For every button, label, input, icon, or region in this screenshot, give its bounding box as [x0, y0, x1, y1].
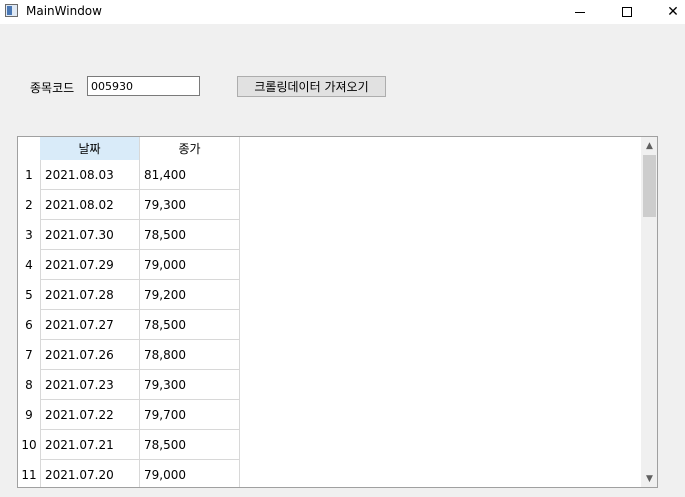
row-header[interactable]: 9 [18, 400, 40, 430]
row-header[interactable]: 5 [18, 280, 40, 310]
table-cell-close[interactable]: 78,800 [140, 340, 240, 370]
maximize-icon [622, 7, 632, 17]
table-cell-date[interactable]: 2021.07.26 [40, 340, 140, 370]
column-header-date[interactable]: 날짜 [40, 137, 140, 160]
table-cell-close[interactable]: 78,500 [140, 310, 240, 340]
stock-code-label: 종목코드 [30, 81, 75, 95]
table-cell-date[interactable]: 2021.07.20 [40, 460, 140, 487]
row-header[interactable]: 8 [18, 370, 40, 400]
stock-code-input[interactable] [87, 76, 200, 96]
close-icon: ✕ [667, 4, 679, 20]
window-title: MainWindow [26, 4, 102, 18]
row-header[interactable]: 7 [18, 340, 40, 370]
row-header[interactable]: 4 [18, 250, 40, 280]
table-cell-close[interactable]: 78,500 [140, 430, 240, 460]
row-header[interactable]: 1 [18, 160, 40, 190]
row-header[interactable]: 6 [18, 310, 40, 340]
table-cell-close[interactable]: 81,400 [140, 160, 240, 190]
table-cell-close[interactable]: 79,200 [140, 280, 240, 310]
scroll-up-icon[interactable]: ▲ [641, 137, 657, 154]
close-button[interactable]: ✕ [650, 0, 685, 24]
table-cell-date[interactable]: 2021.07.29 [40, 250, 140, 280]
table-cell-close[interactable]: 79,300 [140, 370, 240, 400]
vertical-scrollbar[interactable]: ▲ ▼ [641, 137, 657, 487]
row-header[interactable]: 10 [18, 430, 40, 460]
scroll-down-icon[interactable]: ▼ [641, 470, 657, 487]
table-cell-date[interactable]: 2021.07.23 [40, 370, 140, 400]
table-cell-close[interactable]: 79,700 [140, 400, 240, 430]
minimize-icon [575, 11, 585, 13]
table-cell-date[interactable]: 2021.07.28 [40, 280, 140, 310]
table-cell-close[interactable]: 79,000 [140, 460, 240, 487]
table-cell-close[interactable]: 79,300 [140, 190, 240, 220]
column-header-close[interactable]: 종가 [140, 137, 240, 160]
price-table[interactable]: 날짜 종가 1 2021.08.03 81,400 2 2021.08.02 79,300… [17, 136, 658, 488]
table-cell-date[interactable]: 2021.08.03 [40, 160, 140, 190]
table-cell-date[interactable]: 2021.07.27 [40, 310, 140, 340]
title-bar: MainWindow ✕ [0, 0, 685, 24]
table-cell-close[interactable]: 79,000 [140, 250, 240, 280]
table-cell-date[interactable]: 2021.07.30 [40, 220, 140, 250]
row-header[interactable]: 11 [18, 460, 40, 487]
fetch-crawling-data-button[interactable]: 크롤링데이터 가져오기 [237, 76, 386, 97]
scroll-thumb[interactable] [643, 155, 656, 217]
table-cell-date[interactable]: 2021.07.21 [40, 430, 140, 460]
table-corner [18, 137, 40, 160]
row-header[interactable]: 2 [18, 190, 40, 220]
minimize-button[interactable] [557, 0, 603, 24]
table-cell-date[interactable]: 2021.07.22 [40, 400, 140, 430]
row-header[interactable]: 3 [18, 220, 40, 250]
table-cell-close[interactable]: 78,500 [140, 220, 240, 250]
table-cell-date[interactable]: 2021.08.02 [40, 190, 140, 220]
maximize-button[interactable] [604, 0, 650, 24]
app-window-icon [5, 4, 18, 17]
